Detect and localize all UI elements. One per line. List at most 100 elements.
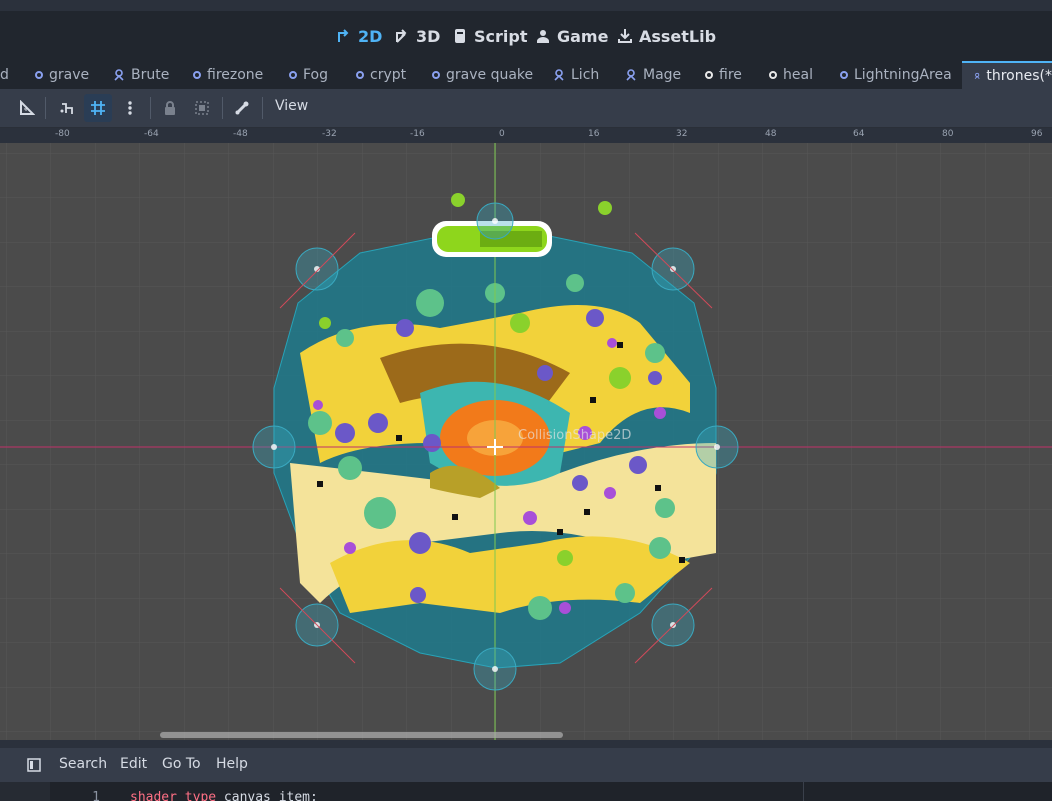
ruler-tick-label: -16	[410, 129, 425, 139]
canvas-viewport[interactable]: CollisionShape2D	[0, 143, 1052, 740]
circle-icon	[289, 71, 297, 79]
smart-snap-icon	[60, 103, 73, 114]
tab-label: firezone	[207, 67, 264, 83]
code-keyword: shader_type	[130, 790, 217, 801]
ruler-tick-label: 32	[676, 129, 688, 139]
view-menu-button[interactable]: View	[275, 98, 308, 114]
workspace-assetlib-label: AssetLib	[639, 26, 717, 46]
circle-icon	[769, 71, 777, 79]
line-number: 1	[92, 790, 100, 801]
tab-brute[interactable]: Brute	[113, 61, 169, 89]
top-strip	[0, 0, 1052, 11]
toolbar-separator	[45, 97, 46, 119]
tab-label: Brute	[131, 67, 170, 83]
workspace-3d-button[interactable]: 3D	[394, 11, 440, 61]
node-icon	[626, 69, 636, 81]
circle-icon	[432, 71, 440, 79]
3d-icon	[396, 29, 407, 43]
workspace-2d-button[interactable]: 2D	[336, 11, 382, 61]
node-label: CollisionShape2D	[518, 428, 631, 443]
workspace-game-label: Game	[557, 26, 609, 46]
script-icon	[455, 29, 465, 43]
panel-divider[interactable]	[0, 740, 1052, 748]
tab-mage[interactable]: Mage	[625, 61, 681, 89]
tab-label: LightningArea	[854, 67, 952, 83]
menu-search[interactable]: Search	[59, 756, 107, 772]
ruler-tick-label: -64	[144, 129, 159, 139]
script-editor-menu: Search Edit Go To Help	[0, 748, 1052, 782]
tab-grave[interactable]: grave	[35, 61, 89, 89]
tab-d[interactable]: d	[0, 61, 9, 89]
tab-lich[interactable]: Lich	[553, 61, 599, 89]
tab-label: thrones(*	[986, 68, 1052, 84]
circle-icon	[193, 71, 201, 79]
tab-label: grave	[49, 67, 90, 83]
group-button[interactable]	[188, 94, 216, 122]
code-rest: canvas_item;	[216, 790, 318, 801]
circle-icon	[840, 71, 848, 79]
tab-thrones[interactable]: thrones(*	[962, 61, 1052, 89]
canvas-toolbar: View	[0, 89, 1052, 128]
line-length-guide	[803, 782, 804, 801]
ruler-tick-label: -32	[322, 129, 337, 139]
workspace-game-button[interactable]: Game	[535, 11, 608, 61]
menu-help[interactable]: Help	[216, 756, 248, 772]
tab-heal[interactable]: heal	[769, 61, 813, 89]
tab-label: Lich	[571, 67, 600, 83]
ruler-tick-label: 64	[853, 129, 865, 139]
code-line[interactable]: shader_type canvas_item;	[130, 790, 318, 801]
skeleton-button[interactable]	[228, 94, 256, 122]
ruler-tick-label: -80	[55, 129, 70, 139]
ruler-tick-label: 16	[588, 129, 600, 139]
workspace-2d-label: 2D	[358, 26, 383, 46]
node-icon	[554, 69, 564, 81]
script-list-gutter	[0, 782, 50, 801]
tab-label: Mage	[643, 67, 682, 83]
workspace-assetlib-button[interactable]: AssetLib	[617, 11, 716, 61]
partial-icon	[0, 100, 12, 116]
workspace-script-button[interactable]: Script	[452, 11, 527, 61]
scene-canvas: CollisionShape2D	[0, 143, 1052, 740]
menu-edit[interactable]: Edit	[120, 756, 147, 772]
toggle-scripts-panel-icon[interactable]	[26, 757, 42, 773]
grid-snap-button[interactable]	[84, 94, 112, 122]
horizontal-ruler: -80 -64 -48 -32 -16 0 16 32 48 64 80 96	[0, 128, 1052, 143]
circle-icon	[35, 71, 43, 79]
assetlib-icon	[618, 29, 632, 43]
tab-firezone[interactable]: firezone	[193, 61, 263, 89]
tab-label: Fog	[303, 67, 329, 83]
ruler-tool-button[interactable]	[13, 94, 41, 122]
ruler-tick-label: 96	[1031, 129, 1043, 139]
tab-label: grave quake	[446, 67, 534, 83]
toolbar-separator	[262, 97, 263, 119]
scene-tab-bar: d grave Brute firezone Fog crypt grave q…	[0, 61, 1052, 89]
workspace-script-label: Script	[474, 26, 528, 46]
tab-grave-quake[interactable]: grave quake	[432, 61, 533, 89]
toolbar-separator	[222, 97, 223, 119]
circle-icon	[356, 71, 364, 79]
lock-icon	[165, 101, 175, 115]
game-icon	[537, 30, 549, 43]
tab-lightningarea[interactable]: LightningArea	[840, 61, 952, 89]
tab-label: d	[0, 67, 9, 83]
node-icon	[114, 69, 124, 81]
group-icon	[195, 101, 209, 115]
ruler-icon	[20, 100, 35, 115]
more-vertical-icon	[128, 101, 132, 115]
lock-button[interactable]	[156, 94, 184, 122]
node-icon	[974, 72, 980, 79]
code-editor[interactable]: 1 shader_type canvas_item;	[0, 782, 1052, 801]
tab-fire[interactable]: fire	[705, 61, 742, 89]
tab-fog[interactable]: Fog	[289, 61, 328, 89]
snap-options-button[interactable]	[116, 94, 144, 122]
circle-icon	[705, 71, 713, 79]
2d-icon	[338, 29, 349, 42]
ruler-tick-label: 48	[765, 129, 777, 139]
smart-snap-button[interactable]	[53, 94, 81, 122]
tab-crypt[interactable]: crypt	[356, 61, 406, 89]
toolbar-separator	[150, 97, 151, 119]
menu-go-to[interactable]: Go To	[162, 756, 201, 772]
tab-label: crypt	[370, 67, 407, 83]
viewport-scrollbar[interactable]	[160, 732, 563, 738]
bone-icon	[235, 101, 249, 115]
